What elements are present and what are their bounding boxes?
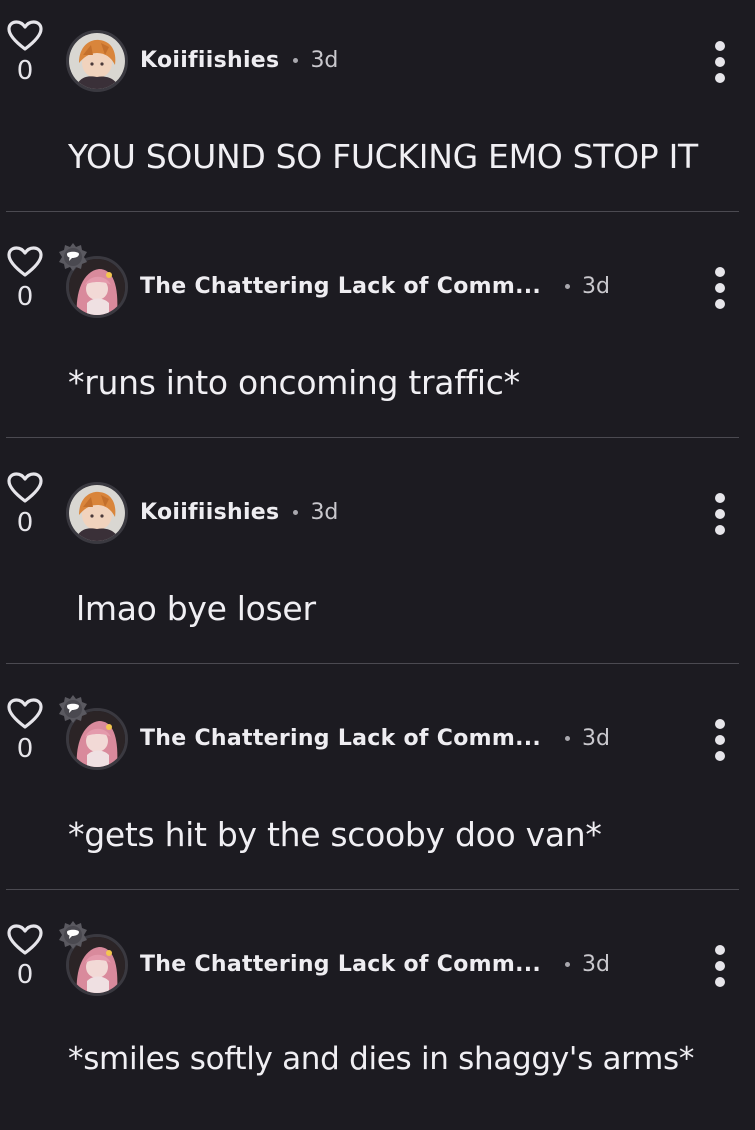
like-count: 0 [16, 56, 34, 86]
comment-text: *smiles softly and dies in shaggy's arms… [68, 1041, 695, 1077]
timestamp: 3d [582, 273, 611, 299]
divider [6, 889, 739, 890]
orange-hair-avatar-image [69, 485, 125, 541]
comment-header: The Chattering Lack of Comm... 3d [140, 947, 610, 981]
comment-item: 0 The Chattering Lack of Comm... 3d *smi [0, 904, 755, 1130]
like-count: 0 [16, 960, 34, 990]
like-count: 0 [16, 282, 34, 312]
chat-badge-icon [59, 243, 87, 271]
comment-text: *gets hit by the scooby doo van* [68, 815, 602, 854]
timestamp: 3d [582, 725, 611, 751]
like-count: 0 [16, 508, 34, 538]
like-button[interactable]: 0 [6, 698, 44, 762]
comment-item: 0 The Chattering Lack of Comm... 3d *run [0, 226, 755, 452]
more-options-icon[interactable] [710, 492, 730, 536]
like-button[interactable]: 0 [6, 472, 44, 536]
more-options-icon[interactable] [710, 718, 730, 762]
divider [6, 211, 739, 212]
heart-icon[interactable] [7, 246, 43, 278]
author-name[interactable]: The Chattering Lack of Comm... [140, 726, 541, 751]
comment-header: The Chattering Lack of Comm... 3d [140, 269, 610, 303]
more-options-icon[interactable] [710, 266, 730, 310]
like-button[interactable]: 0 [6, 246, 44, 310]
author-name[interactable]: The Chattering Lack of Comm... [140, 952, 541, 977]
comment-text: *runs into oncoming traffic* [68, 363, 520, 402]
like-button[interactable]: 0 [6, 20, 44, 84]
chat-badge-icon [59, 921, 87, 949]
timestamp: 3d [310, 47, 339, 73]
heart-icon[interactable] [7, 698, 43, 730]
comment-text: YOU SOUND SO FUCKING EMO STOP IT [68, 137, 698, 176]
avatar[interactable] [59, 921, 128, 996]
author-name[interactable]: The Chattering Lack of Comm... [140, 274, 541, 299]
like-button[interactable]: 0 [6, 924, 44, 988]
comment-item: 0 Koiifiishies 3d YOU SOUND SO FUCKING E… [0, 0, 755, 226]
avatar[interactable] [59, 695, 128, 770]
more-options-icon[interactable] [710, 40, 730, 84]
like-count: 0 [16, 734, 34, 764]
comment-text: lmao bye loser [76, 589, 316, 628]
separator-dot [293, 509, 299, 515]
avatar[interactable] [66, 482, 128, 544]
divider [6, 663, 739, 664]
comment-item: 0 Koiifiishies 3d lmao bye loser [0, 452, 755, 678]
separator-dot [565, 283, 571, 289]
comment-header: The Chattering Lack of Comm... 3d [140, 721, 610, 755]
timestamp: 3d [310, 499, 339, 525]
avatar[interactable] [66, 30, 128, 92]
comment-item: 0 The Chattering Lack of Comm... 3d *get [0, 678, 755, 904]
orange-hair-avatar-image [69, 33, 125, 89]
separator-dot [293, 57, 299, 63]
divider [6, 437, 739, 438]
heart-icon[interactable] [7, 20, 43, 52]
avatar[interactable] [59, 243, 128, 318]
comment-header: Koiifiishies 3d [140, 43, 338, 77]
author-name[interactable]: Koiifiishies [140, 48, 279, 73]
author-name[interactable]: Koiifiishies [140, 500, 279, 525]
comment-header: Koiifiishies 3d [140, 495, 338, 529]
more-options-icon[interactable] [710, 944, 730, 988]
heart-icon[interactable] [7, 472, 43, 504]
separator-dot [565, 961, 571, 967]
separator-dot [565, 735, 571, 741]
timestamp: 3d [582, 951, 611, 977]
chat-badge-icon [59, 695, 87, 723]
heart-icon[interactable] [7, 924, 43, 956]
